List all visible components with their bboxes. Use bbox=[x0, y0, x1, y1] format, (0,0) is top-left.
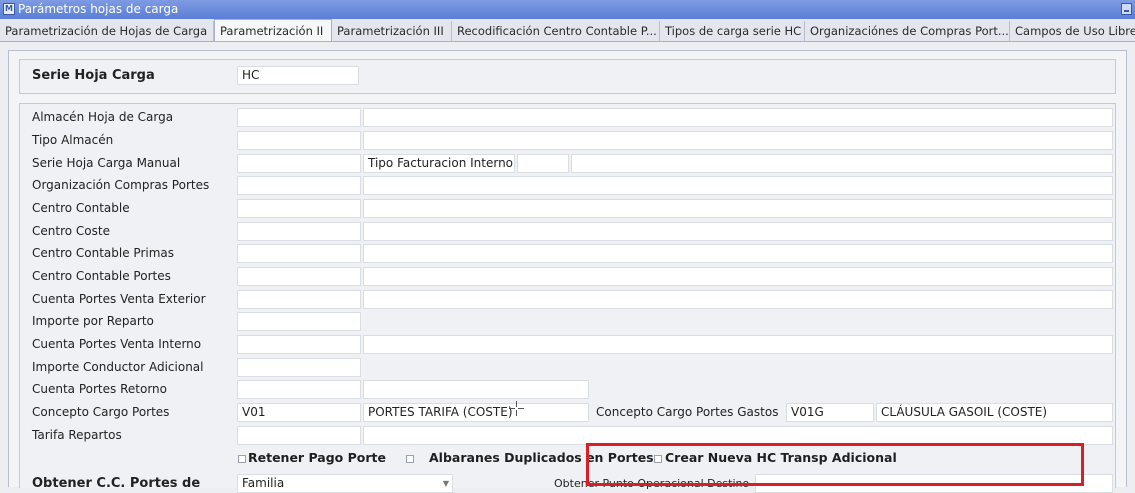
concepto-cargo-portes-gastos-label: Concepto Cargo Portes Gastos bbox=[596, 405, 779, 419]
concepto-cargo-portes-code[interactable]: V01 bbox=[237, 403, 361, 422]
tab-bar: Parametrización de Hojas de Carga Parame… bbox=[0, 19, 1135, 42]
centro-coste-desc[interactable] bbox=[363, 222, 1113, 241]
tab-organizaciones-compras[interactable]: Organizaciónes de Compras Port... bbox=[805, 21, 1010, 41]
cuenta-portes-venta-interno-desc[interactable] bbox=[363, 335, 1113, 354]
serie-group: Serie Hoja Carga HC bbox=[19, 59, 1116, 94]
concepto-cargo-portes-gastos-desc[interactable]: CLÁUSULA GASOIL (COSTE) bbox=[876, 403, 1113, 422]
centro-contable-primas-label: Centro Contable Primas bbox=[32, 246, 175, 260]
tarifa-repartos-label: Tarifa Repartos bbox=[32, 428, 122, 442]
albaranes-duplicados-label: Albaranes Duplicados en Portes bbox=[429, 450, 654, 465]
tab-parametrizacion-ii[interactable]: Parametrización II bbox=[214, 19, 332, 41]
retener-pago-porte-label: Retener Pago Porte bbox=[248, 450, 386, 465]
crear-nueva-hc-checkbox[interactable] bbox=[654, 455, 662, 463]
importe-conductor-adicional-label: Importe Conductor Adicional bbox=[32, 360, 204, 374]
cuenta-portes-venta-exterior-desc[interactable] bbox=[363, 290, 1113, 309]
tipo-facturacion-interno-code[interactable] bbox=[517, 154, 569, 173]
tab-recodificacion-centro-contable[interactable]: Recodificación Centro Contable P... bbox=[452, 21, 660, 41]
cuenta-portes-venta-interno-label: Cuenta Portes Venta Interno bbox=[32, 337, 202, 351]
concepto-cargo-portes-desc[interactable]: PORTES TARIFA (COSTE) bbox=[363, 403, 589, 422]
content-panel: Serie Hoja Carga HC Almacén Hoja de Carg… bbox=[8, 50, 1127, 493]
centro-contable-primas-desc[interactable] bbox=[363, 244, 1113, 263]
serie-label: Serie Hoja Carga bbox=[32, 68, 155, 83]
tipo-almacen-code[interactable] bbox=[237, 131, 361, 150]
window-titlebar: M Parámetros hojas de carga bbox=[0, 0, 1135, 19]
window-title: Parámetros hojas de carga bbox=[18, 2, 179, 16]
concepto-cargo-portes-label: Concepto Cargo Portes bbox=[32, 405, 170, 419]
centro-contable-code[interactable] bbox=[237, 199, 361, 218]
organizacion-compras-portes-code[interactable] bbox=[237, 176, 361, 195]
serie-hoja-carga-manual-code[interactable] bbox=[237, 154, 361, 173]
app-icon: M bbox=[3, 3, 15, 15]
tab-parametrizacion-hojas-carga[interactable]: Parametrización de Hojas de Carga bbox=[0, 21, 214, 41]
organizacion-compras-portes-desc[interactable] bbox=[363, 176, 1113, 195]
almacen-hoja-carga-desc[interactable] bbox=[363, 108, 1113, 127]
cuenta-portes-retorno-label: Cuenta Portes Retorno bbox=[32, 382, 167, 396]
concepto-cargo-portes-gastos-code[interactable]: V01G bbox=[786, 403, 874, 422]
importe-por-reparto-field[interactable] bbox=[237, 312, 361, 331]
cuenta-portes-venta-interno-code[interactable] bbox=[237, 335, 361, 354]
centro-contable-desc[interactable] bbox=[363, 199, 1113, 218]
centro-contable-portes-desc[interactable] bbox=[363, 267, 1113, 286]
serie-hoja-carga-manual-label: Serie Hoja Carga Manual bbox=[32, 156, 181, 170]
centro-contable-primas-code[interactable] bbox=[237, 244, 361, 263]
obtener-punto-operacional-label: Obtener Punto Operacional Destino bbox=[554, 477, 750, 490]
obtener-cc-portes-value: Familia bbox=[242, 476, 285, 490]
almacen-hoja-carga-code[interactable] bbox=[237, 108, 361, 127]
importe-por-reparto-label: Importe por Reparto bbox=[32, 314, 154, 328]
albaranes-duplicados-checkbox[interactable] bbox=[406, 455, 414, 463]
minimize-button[interactable] bbox=[1121, 3, 1132, 15]
tab-tipos-carga-serie[interactable]: Tipos de carga serie HC bbox=[660, 21, 805, 41]
crosshair-cursor-icon bbox=[509, 401, 524, 416]
retener-pago-porte-checkbox[interactable] bbox=[238, 455, 246, 463]
tarifa-repartos-code[interactable] bbox=[237, 426, 361, 445]
chevron-down-icon: ▼ bbox=[442, 479, 449, 488]
centro-coste-label: Centro Coste bbox=[32, 224, 110, 238]
almacen-hoja-carga-label: Almacén Hoja de Carga bbox=[32, 110, 174, 124]
cuenta-portes-retorno-code[interactable] bbox=[237, 380, 361, 399]
tarifa-repartos-desc[interactable] bbox=[363, 426, 1113, 445]
organizacion-compras-portes-label: Organización Compras Portes bbox=[32, 178, 210, 192]
crear-nueva-hc-label: Crear Nueva HC Transp Adicional bbox=[665, 450, 897, 465]
centro-contable-portes-code[interactable] bbox=[237, 267, 361, 286]
cuenta-portes-retorno-desc[interactable] bbox=[363, 380, 589, 399]
centro-coste-code[interactable] bbox=[237, 222, 361, 241]
centro-contable-label: Centro Contable bbox=[32, 201, 130, 215]
tipo-almacen-label: Tipo Almacén bbox=[32, 133, 114, 147]
cuenta-portes-venta-exterior-label: Cuenta Portes Venta Exterior bbox=[32, 292, 206, 306]
obtener-cc-portes-label: Obtener C.C. Portes de bbox=[32, 476, 201, 491]
obtener-cc-portes-select[interactable]: Familia ▼ bbox=[237, 474, 453, 493]
serie-field[interactable]: HC bbox=[237, 66, 359, 85]
tab-parametrizacion-iii[interactable]: Parametrización III bbox=[332, 21, 452, 41]
tipo-almacen-desc[interactable] bbox=[363, 131, 1113, 150]
parameters-group: Almacén Hoja de Carga Tipo Almacén Serie… bbox=[19, 103, 1116, 493]
tab-campos-uso-libre[interactable]: Campos de Uso Libre bbox=[1010, 21, 1135, 41]
obtener-punto-operacional-field[interactable] bbox=[755, 474, 1113, 493]
tipo-facturacion-interno-label: Tipo Facturacion Interno bbox=[363, 154, 515, 173]
cuenta-portes-venta-exterior-code[interactable] bbox=[237, 290, 361, 309]
tipo-facturacion-interno-desc[interactable] bbox=[571, 154, 1113, 173]
centro-contable-portes-label: Centro Contable Portes bbox=[32, 269, 171, 283]
importe-conductor-adicional-field[interactable] bbox=[237, 358, 361, 377]
